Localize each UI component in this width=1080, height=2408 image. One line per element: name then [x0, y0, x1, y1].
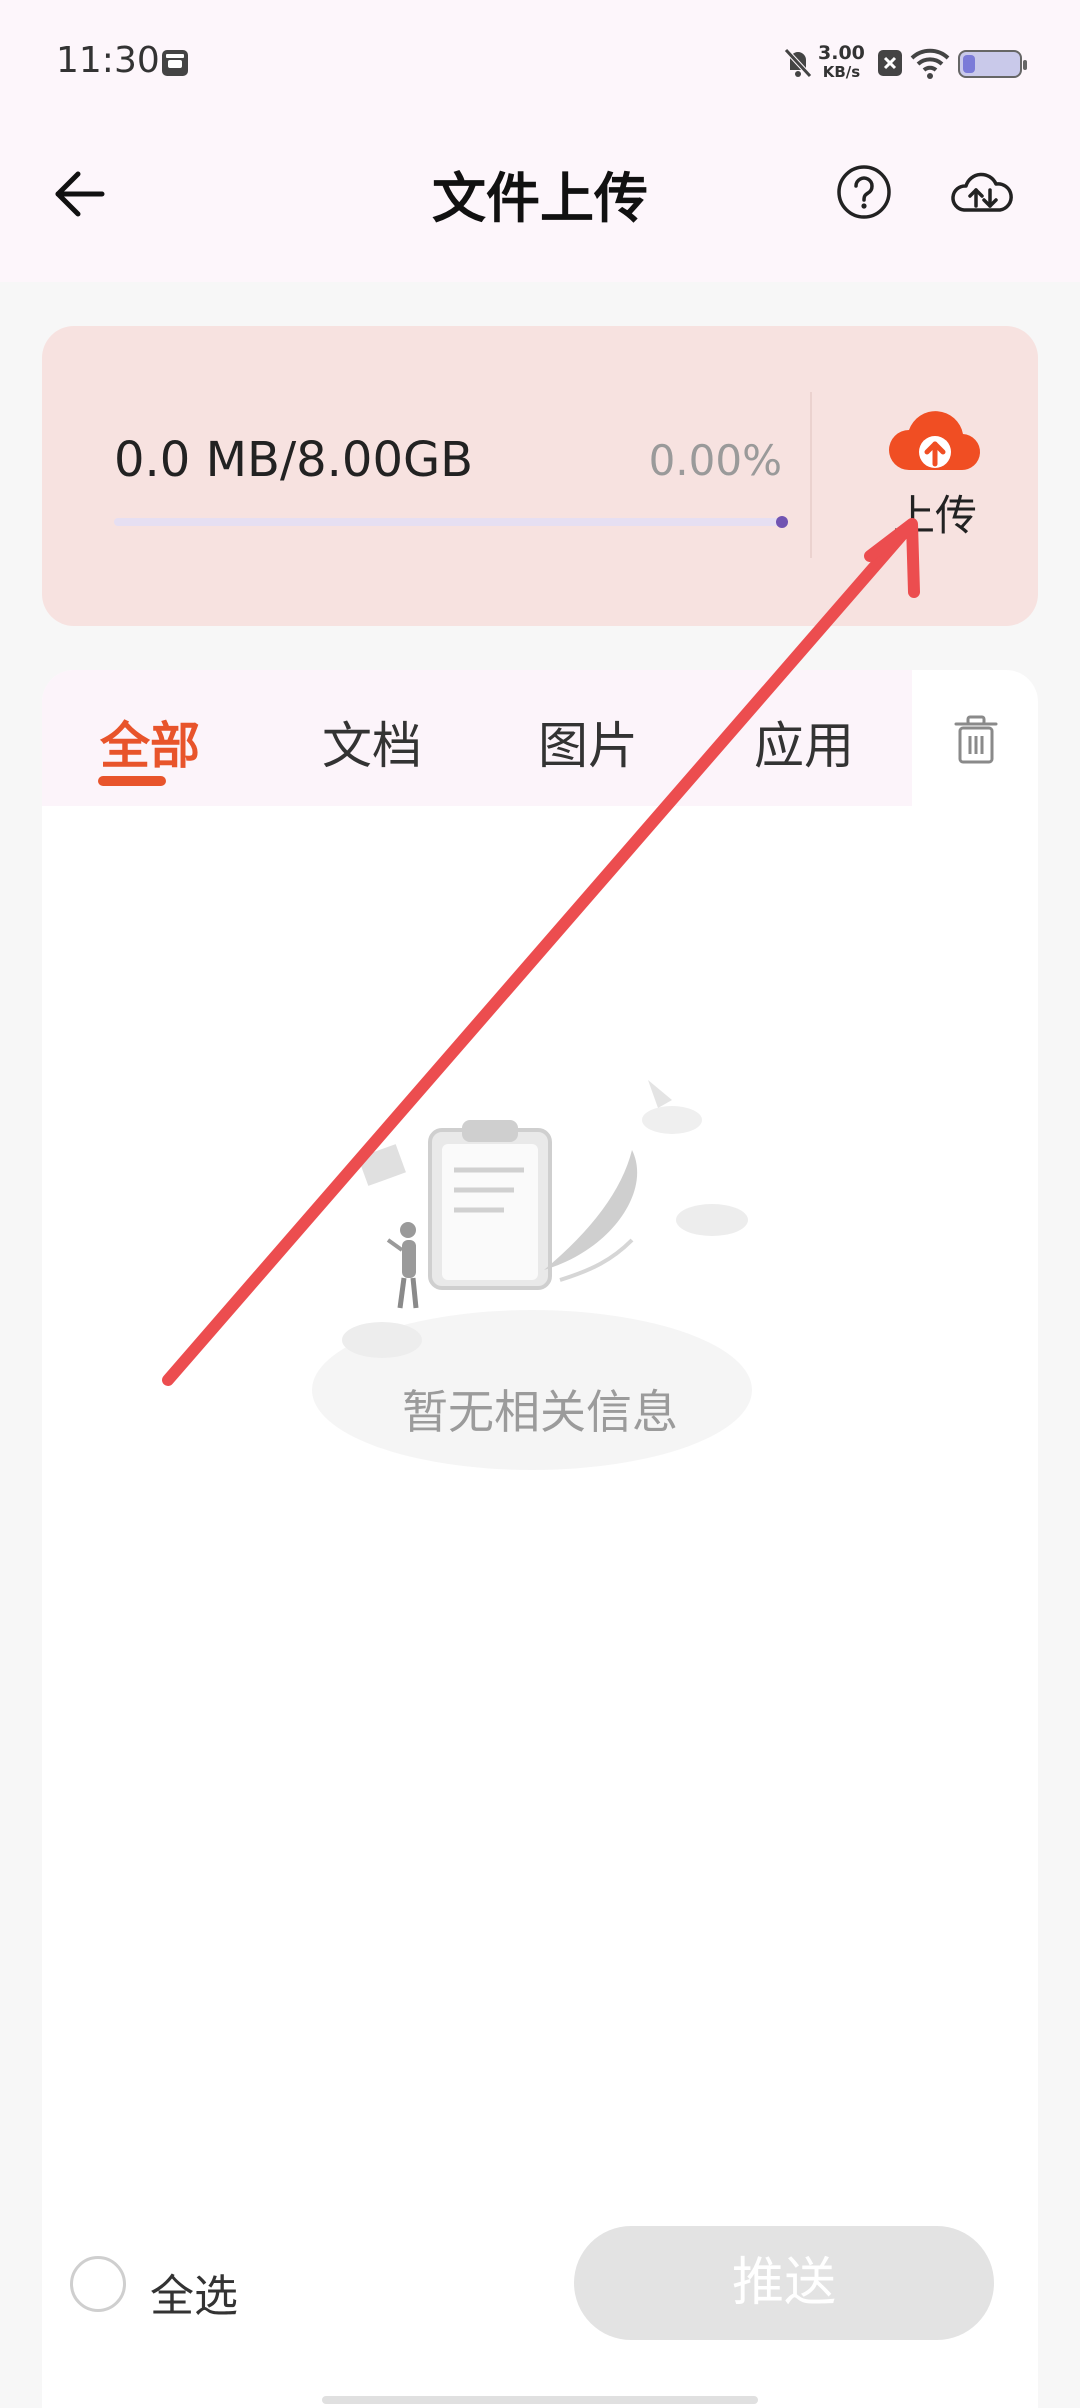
storage-card: 0.0 MB/8.00GB 0.00% 上传	[42, 326, 1038, 626]
push-button[interactable]: 推送	[574, 2226, 994, 2340]
card-divider	[810, 392, 812, 558]
active-tab-underline	[98, 776, 166, 786]
storage-progress-bar	[114, 516, 788, 528]
category-tabs: 全部 文档 图片 应用	[42, 670, 912, 806]
empty-clipboard-illustration	[312, 1080, 752, 1470]
status-time: 11:30	[56, 40, 160, 81]
tab-apps[interactable]: 应用	[754, 706, 854, 778]
tab-documents[interactable]: 文档	[322, 706, 422, 778]
sim-off-icon	[878, 50, 902, 76]
battery-terminal	[1023, 60, 1027, 70]
battery-icon	[958, 50, 1027, 78]
select-all-label: 全选	[150, 2271, 238, 2322]
home-indicator	[322, 2396, 758, 2404]
tab-images[interactable]: 图片	[538, 706, 638, 778]
status-bar: 11:30 3.00 KB/s	[0, 0, 1080, 120]
storage-usage: 0.0 MB/8.00GB	[114, 432, 474, 488]
upload-button[interactable]: 上传	[870, 396, 1000, 546]
mute-bell-icon	[784, 48, 812, 78]
cloud-upload-icon	[889, 411, 981, 471]
storage-progress-indicator	[776, 516, 788, 528]
tab-all[interactable]: 全部	[100, 706, 200, 778]
notification-app-icon	[162, 50, 188, 76]
network-speed-unit: KB/s	[822, 63, 861, 81]
file-list-panel: 全部 文档 图片 应用 暂无相关信息 全选 推送	[42, 670, 1038, 2408]
network-speed: 3.00 KB/s	[818, 44, 865, 82]
storage-percent: 0.00%	[648, 436, 782, 485]
upload-label: 上传	[892, 491, 977, 540]
trash-icon[interactable]	[950, 714, 1002, 766]
network-speed-value: 3.00	[818, 42, 865, 64]
battery-level	[963, 55, 975, 73]
help-icon[interactable]	[836, 164, 892, 220]
page-title: 文件上传	[432, 167, 648, 230]
select-all-checkbox[interactable]	[70, 2256, 126, 2312]
wifi-icon	[910, 48, 950, 79]
empty-state-message: 暂无相关信息	[402, 1385, 678, 1439]
cloud-sync-icon[interactable]	[948, 164, 1016, 220]
